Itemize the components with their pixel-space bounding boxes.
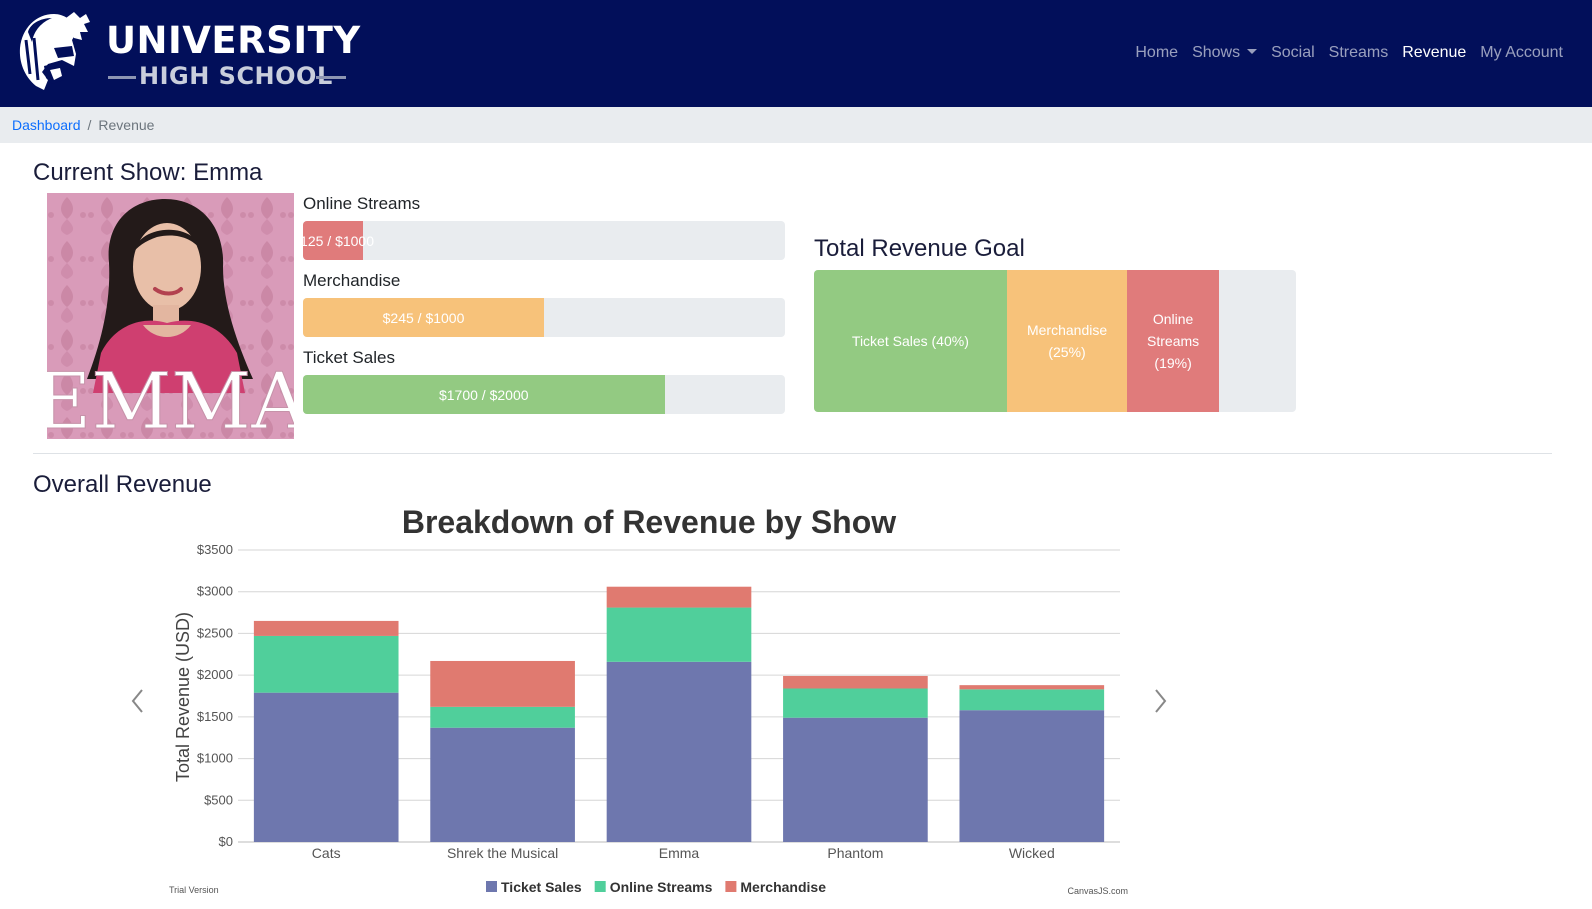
bar-segment[interactable] — [959, 685, 1105, 690]
progress-label-online-streams: Online Streams — [303, 194, 421, 213]
chart-bars — [253, 586, 1105, 842]
breadcrumb-separator: / — [87, 117, 92, 133]
progress-track-ticket-sales: $1700 / $2000 — [303, 375, 785, 414]
bar-segment[interactable] — [430, 660, 575, 707]
carousel-prev-icon[interactable] — [127, 686, 149, 716]
legend-item[interactable]: Merchandise — [740, 879, 826, 895]
bar-segment[interactable] — [959, 689, 1105, 711]
nav-social[interactable]: Social — [1264, 42, 1322, 64]
x-tick-label: Phantom — [827, 845, 883, 861]
bar-segment[interactable] — [606, 607, 752, 662]
chart-trial-version-text: Trial Version — [169, 885, 219, 895]
caret-down-icon — [1247, 49, 1258, 54]
goal-segment-merchandise: Merchandise (25%) — [1006, 270, 1128, 412]
y-tick-label: $3000 — [197, 584, 233, 599]
bar-segment[interactable] — [253, 620, 399, 636]
breadcrumb: Dashboard / Revenue — [0, 107, 1592, 143]
progress-bar-online-streams: $125 / $1000 — [303, 221, 374, 260]
show-poster-image: EMMA — [47, 193, 294, 439]
poster-artwork: EMMA — [47, 193, 294, 439]
bar-segment[interactable] — [783, 675, 928, 689]
nav-revenue[interactable]: Revenue — [1395, 42, 1473, 64]
legend-swatch — [725, 881, 737, 892]
goal-segment-ticket-sales: Ticket Sales (40%) — [814, 270, 1007, 412]
school-logo[interactable]: UNIVERSITY HIGH SCHOOL — [14, 10, 360, 96]
bar-segment[interactable] — [606, 661, 752, 842]
y-tick-label: $2000 — [197, 667, 233, 682]
legend-swatch — [486, 881, 497, 892]
current-show-heading: Current Show: Emma — [33, 159, 263, 186]
nav-shows-dropdown[interactable]: Shows — [1185, 42, 1264, 64]
progress-bar-merchandise: $245 / $1000 — [303, 298, 544, 337]
progress-bar-ticket-sales: $1700 / $2000 — [303, 375, 665, 414]
revenue-goal-bar: Ticket Sales (40%) Merchandise (25%) Onl… — [814, 270, 1296, 412]
chart-x-ticks: Cats Shrek the Musical Emma Phantom Wicked — [312, 845, 1055, 861]
chart-title: Breakdown of Revenue by Show — [402, 504, 896, 540]
carousel-next-icon[interactable] — [1149, 686, 1171, 716]
x-tick-label: Wicked — [1009, 845, 1055, 861]
progress-track-merchandise: $245 / $1000 — [303, 298, 785, 337]
y-tick-label: $500 — [204, 792, 233, 807]
revenue-goal-heading: Total Revenue Goal — [814, 235, 1025, 262]
nav-shows-label: Shows — [1192, 44, 1241, 61]
nav-streams[interactable]: Streams — [1322, 42, 1396, 64]
bar-segment[interactable] — [430, 706, 575, 728]
chart-y-ticks: $0 $500 $1000 $1500 $2000 $2500 $3000 $3500 — [197, 542, 233, 849]
logo-text-university: UNIVERSITY — [106, 19, 361, 62]
chart-legend: Ticket Sales Online Streams Merchandise — [486, 879, 826, 895]
y-tick-label: $0 — [219, 834, 233, 849]
chart-credit-text: CanvasJS.com — [1067, 886, 1128, 896]
y-tick-label: $1000 — [197, 751, 233, 766]
logo-text-high-school: HIGH SCHOOL — [139, 62, 333, 90]
nav-home[interactable]: Home — [1128, 42, 1185, 64]
bar-segment[interactable] — [253, 692, 399, 842]
bar-segment[interactable] — [783, 688, 928, 718]
section-divider — [33, 453, 1552, 454]
trojan-helmet-icon — [19, 12, 90, 90]
bar-segment[interactable] — [430, 727, 575, 842]
nav-menu: Home Shows Social Streams Revenue My Acc… — [1128, 42, 1570, 64]
breadcrumb-dashboard-link[interactable]: Dashboard — [12, 117, 81, 133]
chart-y-axis-label: Total Revenue (USD) — [173, 612, 193, 782]
legend-swatch — [594, 881, 606, 892]
y-tick-label: $3500 — [197, 542, 233, 557]
chart-gridlines — [238, 549, 1120, 843]
logo-rule-right — [316, 76, 346, 79]
y-tick-label: $2500 — [197, 625, 233, 640]
x-tick-label: Emma — [659, 845, 700, 861]
x-tick-label: Shrek the Musical — [447, 845, 558, 861]
nav-my-account[interactable]: My Account — [1473, 42, 1570, 64]
bar-segment[interactable] — [606, 586, 752, 608]
navbar: UNIVERSITY HIGH SCHOOL Home Shows Social… — [0, 0, 1592, 107]
breadcrumb-current: Revenue — [98, 117, 155, 133]
poster-title-text: EMMA — [47, 357, 294, 439]
legend-item[interactable]: Online Streams — [610, 879, 713, 895]
logo-rule-left — [108, 76, 136, 79]
progress-label-merchandise: Merchandise — [303, 271, 401, 290]
goal-segment-online-streams: Online Streams (19%) — [1127, 270, 1219, 412]
progress-track-online-streams: $125 / $1000 — [303, 221, 785, 260]
y-tick-label: $1500 — [197, 709, 233, 724]
bar-segment[interactable] — [959, 710, 1105, 842]
overall-revenue-heading: Overall Revenue — [33, 471, 212, 498]
progress-label-ticket-sales: Ticket Sales — [303, 348, 395, 367]
bar-segment[interactable] — [253, 635, 399, 693]
legend-item[interactable]: Ticket Sales — [501, 879, 582, 895]
bar-segment[interactable] — [783, 717, 928, 842]
x-tick-label: Cats — [312, 845, 341, 861]
